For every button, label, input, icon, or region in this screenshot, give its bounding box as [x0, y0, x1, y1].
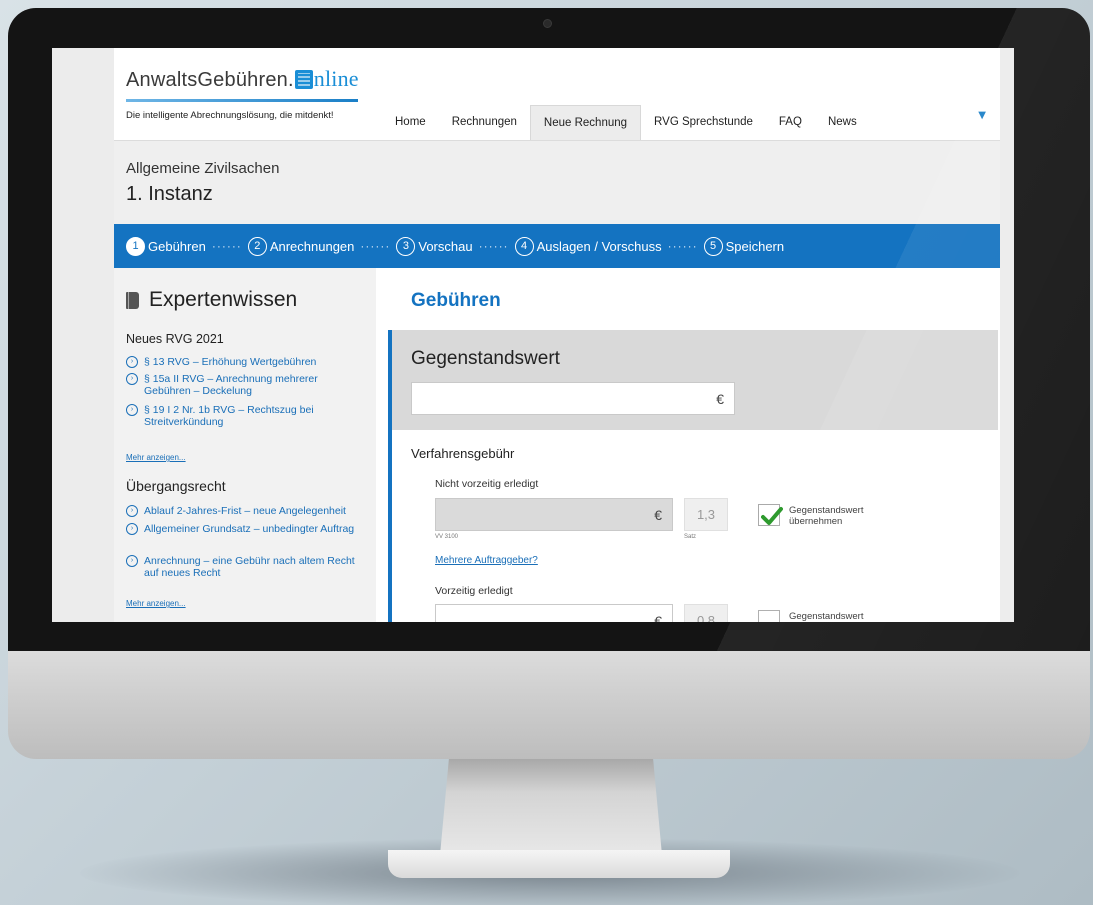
satz-input-2[interactable]: 0,8 [684, 604, 728, 622]
monitor-chin [8, 651, 1090, 759]
nav-home[interactable]: Home [382, 105, 439, 140]
logo-text: AnwaltsGebühren. [126, 69, 294, 91]
gegenstandswert-uebernehmen-checkbox[interactable] [758, 504, 783, 526]
nav-faq[interactable]: FAQ [766, 105, 815, 140]
step-number: 4 [514, 236, 534, 256]
sidebar-link-text: Allgemeiner Grundsatz – unbedingter Auft… [144, 523, 355, 535]
expert-sidebar: Expertenwissen Neues RVG 2021 › § 13 RVG… [114, 268, 376, 622]
sidebar-link-text: § 13 RVG – Erhöhung Wertgebühren [144, 356, 317, 368]
page-gutter-right [1000, 48, 1014, 622]
monitor-bezel: AnwaltsGebühren. nline Die intelligente A… [8, 8, 1090, 651]
sidebar-link-text: Anrechnung – eine Gebühr nach altem Rech… [144, 555, 355, 579]
gegenstandswert-uebernehmen-checkbox-2[interactable] [758, 610, 780, 622]
gegenstandswert-title: Gegenstandswert [411, 348, 560, 369]
step-separator: ······ [478, 239, 509, 253]
nicht-vorzeitig-label: Nicht vorzeitig erledigt [435, 478, 539, 490]
satz-label: Satz [684, 534, 697, 540]
chevron-down-icon[interactable]: ▼ [978, 110, 986, 121]
chevron-right-icon: › [126, 555, 138, 567]
more-link[interactable]: Mehr anzeigen... [126, 599, 186, 608]
logo-suffix: nline [313, 66, 359, 91]
sidebar-section-title: Übergangsrecht [126, 478, 226, 494]
sidebar-link-text: § 15a II RVG – Anrechnung mehrerer Gebüh… [144, 373, 318, 397]
page-title: 1. Instanz [126, 183, 213, 205]
step-auslagen[interactable]: 4 Auslagen / Vorschuss [514, 236, 662, 256]
logo-underline [126, 99, 358, 102]
step-number: 5 [703, 236, 723, 256]
sidebar-link[interactable]: › § 15a II RVG – Anrechnung mehrerer Geb… [126, 373, 366, 397]
step-number: 2 [247, 236, 267, 256]
chevron-right-icon: › [126, 505, 138, 517]
checkbox-label: Gegenstandswert [789, 611, 864, 622]
step-label: Vorschau [418, 238, 473, 254]
gegenstandswert-input[interactable]: € [411, 382, 735, 415]
monitor-stand-base [388, 850, 730, 878]
mehrere-auftraggeber-link[interactable]: Mehrere Auftraggeber? [435, 555, 538, 566]
wizard-steps: 1 Gebühren ······ 2 Anrechnungen ······ … [114, 224, 1000, 268]
step-gebuehren[interactable]: 1 Gebühren [126, 236, 206, 256]
step-number: 1 [126, 236, 145, 256]
step-anrechnungen[interactable]: 2 Anrechnungen [247, 236, 355, 256]
nav-neue-rechnung[interactable]: Neue Rechnung [529, 105, 642, 140]
tagline: Die intelligente Abrechnungslösung, die … [126, 110, 334, 121]
step-separator: ······ [360, 239, 391, 253]
step-label: Auslagen / Vorschuss [536, 238, 662, 254]
section-title: Gebühren [411, 290, 501, 311]
euro-icon: € [654, 612, 662, 623]
nav-rechnungen[interactable]: Rechnungen [439, 105, 530, 140]
main-content: Gebühren Gegenstandswert € Verfahrensgeb… [376, 268, 1000, 622]
vorzeitig-amount-input[interactable]: € [435, 604, 673, 622]
checkbox-label: Gegenstandswert übernehmen [789, 505, 864, 527]
sidebar-link[interactable]: › Anrechnung – eine Gebühr nach altem Re… [126, 555, 366, 579]
browser-screen: AnwaltsGebühren. nline Die intelligente A… [52, 48, 1014, 622]
vv-label: VV 3100 [435, 534, 459, 540]
page-title-area: Allgemeine Zivilsachen 1. Instanz [114, 140, 1000, 224]
gegenstandswert-box: Gegenstandswert € [388, 330, 998, 430]
checkmark-icon [761, 507, 783, 525]
gebuehr-amount-input[interactable]: € [435, 498, 673, 531]
euro-icon: € [654, 506, 662, 523]
step-vorschau[interactable]: 3 Vorschau [396, 236, 473, 256]
verfahrensgebuehr-card: Verfahrensgebühr Nicht vorzeitig erledig… [388, 430, 998, 622]
step-number: 3 [396, 236, 416, 256]
site-header: AnwaltsGebühren. nline Die intelligente A… [114, 48, 1000, 140]
sidebar-link[interactable]: › § 19 I 2 Nr. 1b RVG – Rechtszug bei St… [126, 404, 366, 428]
page-gutter-left [52, 48, 114, 622]
satz-value: 0,8 [696, 613, 716, 622]
site-logo[interactable]: AnwaltsGebühren. nline [126, 66, 359, 92]
chevron-right-icon: › [126, 356, 138, 368]
sidebar-link[interactable]: › Ablauf 2-Jahres-Frist – neue Angelegen… [126, 505, 366, 517]
more-link[interactable]: Mehr anzeigen... [126, 453, 186, 462]
chevron-right-icon: › [126, 523, 138, 535]
step-label: Gebühren [148, 238, 206, 254]
sidebar-title-text: Expertenwissen [149, 288, 298, 311]
verfahrensgebuehr-title: Verfahrensgebühr [411, 446, 515, 461]
chevron-right-icon: › [126, 404, 138, 416]
nav-news[interactable]: News [815, 105, 870, 140]
nav-rvg-sprechstunde[interactable]: RVG Sprechstunde [641, 105, 766, 140]
vorzeitig-label: Vorzeitig erledigt [435, 585, 513, 597]
sidebar-title: Expertenwissen [126, 288, 297, 312]
step-label: Anrechnungen [269, 238, 355, 254]
step-separator: ······ [211, 239, 242, 253]
camera-icon [543, 19, 552, 28]
monitor-stand-neck [440, 759, 662, 855]
step-speichern[interactable]: 5 Speichern [703, 236, 785, 256]
sidebar-section-title: Neues RVG 2021 [126, 332, 224, 346]
satz-value: 1,3 [696, 507, 716, 522]
step-separator: ······ [667, 239, 698, 253]
page-category: Allgemeine Zivilsachen [126, 160, 280, 177]
sidebar-link[interactable]: › Allgemeiner Grundsatz – unbedingter Au… [126, 523, 366, 535]
satz-input[interactable]: 1,3 [684, 498, 728, 531]
sidebar-link-text: § 19 I 2 Nr. 1b RVG – Rechtszug bei Stre… [144, 404, 314, 428]
book-icon [126, 291, 139, 309]
sidebar-link[interactable]: › § 13 RVG – Erhöhung Wertgebühren [126, 356, 366, 368]
step-label: Speichern [725, 238, 785, 254]
main-nav: Home Rechnungen Neue Rechnung RVG Sprech… [382, 105, 870, 140]
sidebar-link-text: Ablauf 2-Jahres-Frist – neue Angelegenhe… [144, 505, 346, 517]
calculator-icon [294, 70, 313, 89]
euro-icon: € [716, 390, 724, 407]
chevron-right-icon: › [126, 373, 138, 385]
